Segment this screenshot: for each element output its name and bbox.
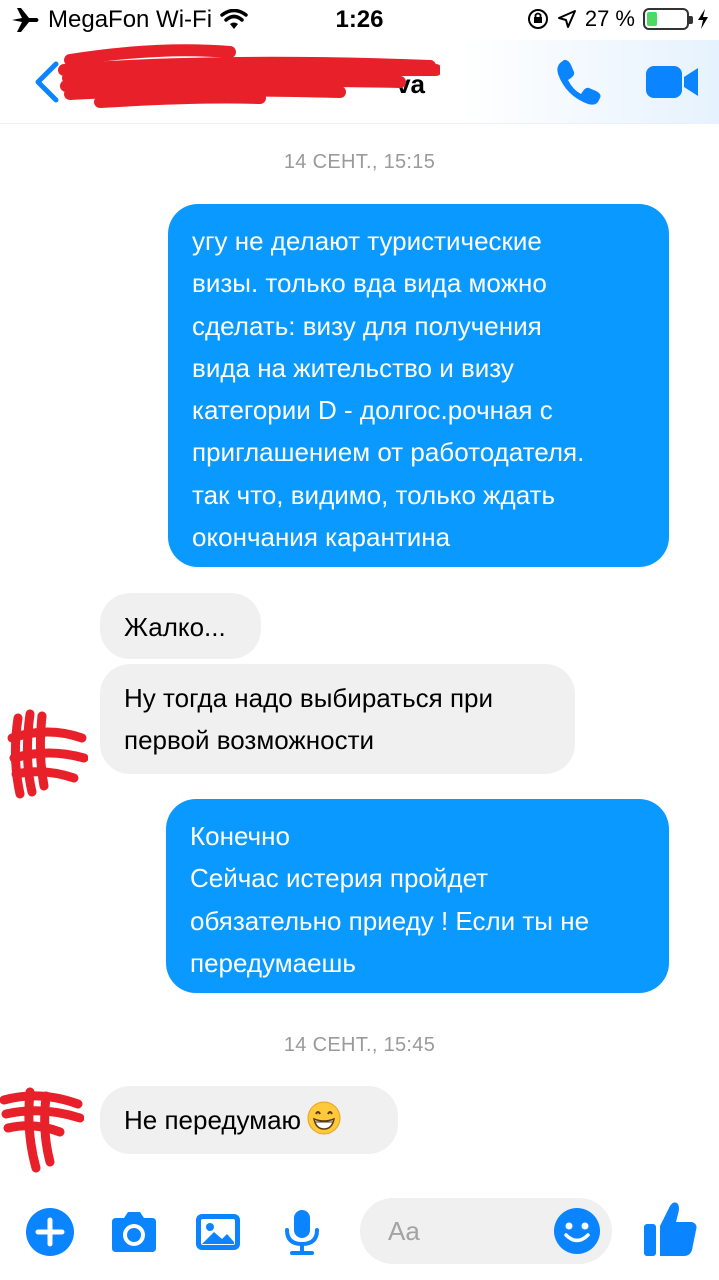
message-input[interactable] xyxy=(388,1212,548,1250)
message-line: вида на жительство и визу xyxy=(192,352,514,383)
battery-icon xyxy=(643,8,693,30)
battery-tip xyxy=(689,16,693,24)
phone-call-button[interactable] xyxy=(552,56,604,108)
message-line: угу не делают туристические xyxy=(192,226,542,256)
conversation-header: va xyxy=(0,40,719,124)
battery-level xyxy=(647,12,658,26)
message-line: Конечно xyxy=(190,821,290,851)
message-composer xyxy=(0,1190,719,1280)
location-arrow-icon xyxy=(557,10,576,28)
incoming-message[interactable]: Не передумаю xyxy=(100,1086,398,1154)
battery-percent: 27 % xyxy=(584,6,635,31)
message-line: так что, видимо, только ждать xyxy=(192,479,556,510)
timestamp: 14 СЕНТ., 15:45 xyxy=(283,1034,436,1056)
camera-button[interactable] xyxy=(108,1206,160,1258)
emoji-button[interactable] xyxy=(552,1206,602,1256)
outgoing-message[interactable]: угу не делают туристические визы. только… xyxy=(168,204,669,567)
message-line: передумаешь xyxy=(190,947,356,978)
incoming-message[interactable]: Жалко... xyxy=(100,593,261,659)
message-line: приглашением от работодателя. xyxy=(192,437,585,468)
grinning-face-emoji xyxy=(307,1101,341,1135)
message-line: первой возможности xyxy=(124,725,375,756)
video-call-button[interactable] xyxy=(644,60,700,104)
message-line: визы. только вда вида можно xyxy=(192,268,547,299)
incoming-message[interactable]: Ну тогда надо выбираться при первой возм… xyxy=(100,664,575,774)
microphone-button[interactable] xyxy=(276,1206,328,1258)
timestamp: 14 СЕНТ., 15:15 xyxy=(283,151,436,173)
charging-bolt-icon xyxy=(698,9,708,29)
message-line: Жалко... xyxy=(124,612,226,642)
gallery-button[interactable] xyxy=(192,1206,244,1258)
message-line: Сейчас истерия пройдет xyxy=(190,863,489,894)
message-line: окончания карантина xyxy=(192,522,451,553)
thumbs-up-button[interactable] xyxy=(640,1198,700,1260)
name-redaction-scribble xyxy=(58,44,440,108)
outgoing-message[interactable]: Конечно Сейчас истерия пройдет обязатель… xyxy=(166,799,669,993)
message-line: Ну тогда надо выбираться при xyxy=(124,683,494,713)
plus-button[interactable] xyxy=(24,1206,76,1258)
message-text: Не передумаю xyxy=(124,1105,302,1135)
message-line: Не передумаю xyxy=(124,1099,374,1141)
status-right: 27 % xyxy=(527,6,709,32)
avatar-redaction-scribble xyxy=(7,709,88,799)
avatar-redaction-scribble xyxy=(0,1087,84,1173)
message-input-box[interactable] xyxy=(360,1198,612,1264)
message-line: категории D - долгос.рочная с xyxy=(192,395,553,426)
message-line: обязательно приеду ! Если ты не xyxy=(190,905,590,936)
message-line: сделать: визу для получения xyxy=(192,310,542,341)
status-bar: MegaFon Wi-Fi 1:26 27 % xyxy=(0,0,719,40)
orientation-lock-icon xyxy=(527,9,548,29)
